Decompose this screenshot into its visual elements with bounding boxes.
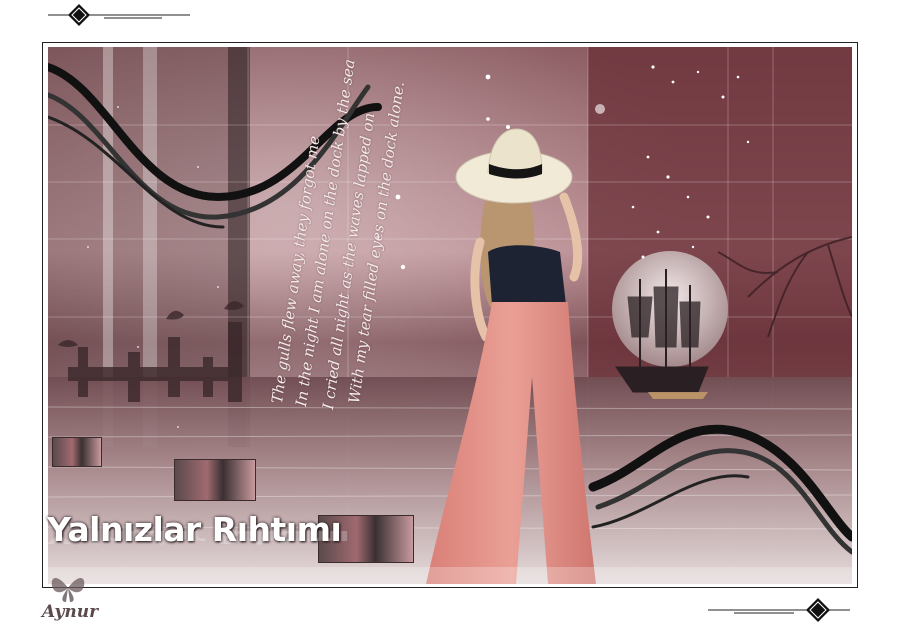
artwork-scene bbox=[48, 47, 852, 584]
woman-figure bbox=[426, 128, 596, 584]
artwork-title-reflection: Yalnızlar Rıhtımı bbox=[47, 526, 350, 548]
artwork bbox=[48, 47, 852, 584]
thumbnail-small-left bbox=[52, 437, 102, 467]
corner-ornament-bottom-right bbox=[708, 598, 850, 622]
butterfly-icon bbox=[51, 578, 85, 602]
corner-ornament-top-left bbox=[48, 4, 190, 26]
thumbnail-middle-left bbox=[174, 459, 256, 501]
artist-signature: Aynur bbox=[42, 602, 99, 622]
